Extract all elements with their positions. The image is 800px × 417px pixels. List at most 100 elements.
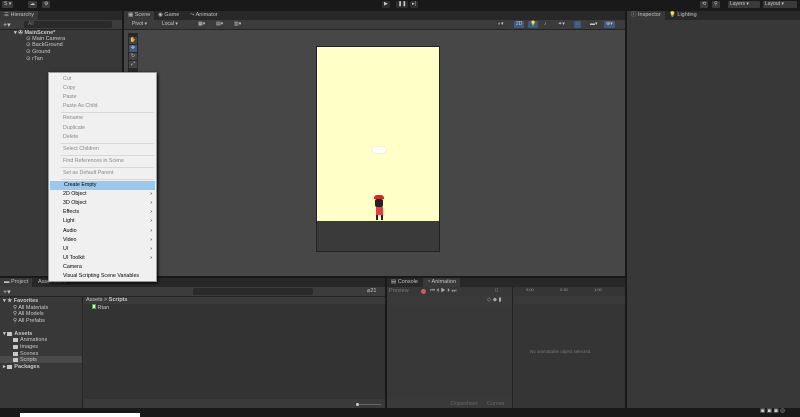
menu-item-label: Visual Scripting Scene Variables [63, 273, 140, 279]
menu-item-label: Audio [63, 227, 77, 234]
history-icon[interactable]: ⟲ [700, 1, 709, 8]
grid-snap-button[interactable]: ▦▾ [196, 21, 208, 28]
menu-item-effects[interactable]: Effects › [49, 208, 156, 217]
tab-console[interactable]: ▤ Console [387, 278, 422, 287]
menu-item-light[interactable]: Light › [49, 217, 156, 226]
frame-field[interactable]: 0 [495, 288, 498, 294]
move-tool[interactable]: ✥ [129, 45, 137, 52]
hierarchy-item[interactable]: ⊙ Ground [26, 49, 51, 55]
curves-tab[interactable]: Curves [487, 401, 504, 407]
tab-lighting[interactable]: 💡 Lighting [665, 11, 701, 20]
timeline-area[interactable]: 0:00 0:30 1:00 No animatable object sele… [514, 287, 625, 408]
layout-dropdown[interactable]: Layout ▾ [763, 1, 797, 8]
menu-item-ui[interactable]: UI › [49, 245, 156, 254]
rtan-sprite[interactable] [372, 195, 386, 223]
menu-item-label: Rename [63, 115, 84, 122]
folder-icon [13, 357, 18, 362]
step-button[interactable]: ▸| [410, 1, 418, 8]
fav-label: All Prefabs [18, 318, 45, 324]
cloud-icon[interactable]: ☁ [28, 1, 37, 8]
menu-item-delete: Delete [49, 133, 156, 142]
cloud-sprite [372, 147, 386, 153]
menu-item-label: Set as Default Parent [63, 169, 114, 176]
playback-controls[interactable]: ⏮ ⏴ ▶ ⏵ ⏭ [430, 288, 456, 295]
hierarchy-title: Hierarchy [10, 12, 35, 18]
search-icon[interactable]: ⚲ [712, 1, 720, 8]
hidden-count[interactable]: ⌀21 [367, 288, 376, 294]
menu-item-label: Create Empty [64, 182, 97, 188]
menu-item-label: UI [63, 245, 69, 252]
menu-item-ui-toolkit[interactable]: UI Toolkit › [49, 254, 156, 263]
menu-item-camera[interactable]: Camera [49, 263, 156, 272]
timeline-tick: 0:00 [526, 287, 534, 292]
hand-tool[interactable]: ✋ [129, 37, 137, 44]
menu-item-label: Light [63, 218, 75, 225]
record-button[interactable] [421, 289, 426, 294]
fav-item[interactable]: ⚲ All Prefabs [13, 318, 45, 324]
folder-item-selected[interactable]: Scripts [13, 357, 37, 363]
menu-item-create-empty[interactable]: Create Empty [50, 181, 155, 190]
project-search-input[interactable] [193, 288, 313, 295]
menu-item-find-references-in-scene: Find References in Scene [49, 157, 156, 166]
breadcrumb-current[interactable]: Scripts [109, 297, 128, 303]
status-icons[interactable]: ▣ ▣ ▣ ◎ [760, 408, 785, 414]
animation-panel: ▤ Console ◔ Animation Preview ⏮ ⏴ ▶ ⏵ ⏭ … [387, 278, 625, 408]
hidden-objects-toggle[interactable]: ◌ [574, 21, 581, 28]
hierarchy-item[interactable]: ⊙ rTan [26, 56, 43, 62]
pause-button[interactable]: ❚❚ [396, 1, 409, 8]
menu-item-video[interactable]: Video › [49, 236, 156, 245]
fav-item[interactable]: ⚲ All Models [13, 311, 44, 317]
tab-game[interactable]: ◉ Game [154, 11, 183, 20]
folder-label: Images [20, 344, 39, 350]
folder-item[interactable]: Animations [13, 337, 47, 343]
layers-dropdown[interactable]: Layers ▾ [728, 1, 760, 8]
create-button[interactable]: +▾ [3, 288, 11, 296]
packages-node[interactable]: ▸ Packages [3, 364, 40, 370]
keyframe-buttons[interactable]: ◇ ◆ ▮ [487, 297, 502, 303]
file-item[interactable]: Rtan [92, 304, 109, 311]
account-dropdown[interactable]: S ▾ [2, 1, 14, 8]
camera-view[interactable] [316, 46, 440, 252]
add-button[interactable]: +▾ [3, 21, 11, 29]
effects-toggle[interactable]: ✦▾ [556, 21, 567, 28]
snap-button[interactable]: ▤▾ [214, 21, 226, 28]
menu-item-3d-object[interactable]: 3D Object › [49, 199, 156, 208]
dopesheet-tab[interactable]: Dopesheet [451, 401, 478, 407]
menu-item-paste: Paste [49, 93, 156, 102]
breadcrumb-root[interactable]: Assets [86, 297, 103, 303]
object-label: BackGround [32, 42, 63, 48]
increment-button[interactable]: ▥▾ [232, 21, 244, 28]
tab-animator[interactable]: ⤳ Animator [186, 11, 222, 20]
rotate-tool[interactable]: ↻ [129, 53, 137, 60]
gizmos-button[interactable]: ⊕▾ [604, 21, 615, 28]
2d-toggle[interactable]: 2D [514, 21, 525, 28]
camera-settings[interactable]: ▬▾ [588, 21, 600, 28]
tab-label: Lighting [677, 12, 697, 18]
hierarchy-search-input[interactable]: All [24, 21, 112, 28]
tab-hierarchy[interactable]: ☰ Hierarchy [0, 11, 39, 20]
menu-item-label: Paste [63, 94, 77, 101]
play-button[interactable]: ▶ [382, 1, 390, 8]
menu-item-visual-scripting-scene-variables[interactable]: Visual Scripting Scene Variables [49, 272, 156, 281]
pivot-dropdown[interactable]: Pivot ▾ [130, 21, 150, 28]
menu-item-audio[interactable]: Audio › [49, 227, 156, 236]
folder-item[interactable]: Images [13, 344, 38, 350]
local-dropdown[interactable]: Local ▾ [160, 21, 180, 28]
scale-tool[interactable]: ⤢ [129, 61, 137, 68]
draw-mode-button[interactable]: ◐▾ [496, 21, 506, 28]
menu-item-2d-object[interactable]: 2D Object › [49, 190, 156, 199]
audio-toggle[interactable]: ♪ [542, 21, 549, 28]
zoom-slider[interactable] [356, 403, 381, 406]
packages-label: Packages [14, 364, 40, 370]
tab-animation[interactable]: ◔ Animation [423, 278, 461, 287]
preview-button[interactable]: Preview [389, 288, 409, 294]
tab-scene[interactable]: ▦ Scene [124, 11, 155, 20]
hierarchy-item[interactable]: ⊙ BackGround [26, 42, 63, 48]
tab-inspector[interactable]: ⓘ Inspector [627, 11, 665, 20]
tab-project[interactable]: ▬ Project [0, 278, 33, 287]
lighting-toggle[interactable]: 💡 [528, 21, 539, 28]
breadcrumb: Assets > Scripts [86, 297, 127, 303]
settings-icon[interactable]: ⚙ [42, 1, 51, 8]
favorites-node[interactable]: ▾ ★ Favorites [3, 298, 38, 304]
menu-item-select-children: Select Children [49, 145, 156, 154]
